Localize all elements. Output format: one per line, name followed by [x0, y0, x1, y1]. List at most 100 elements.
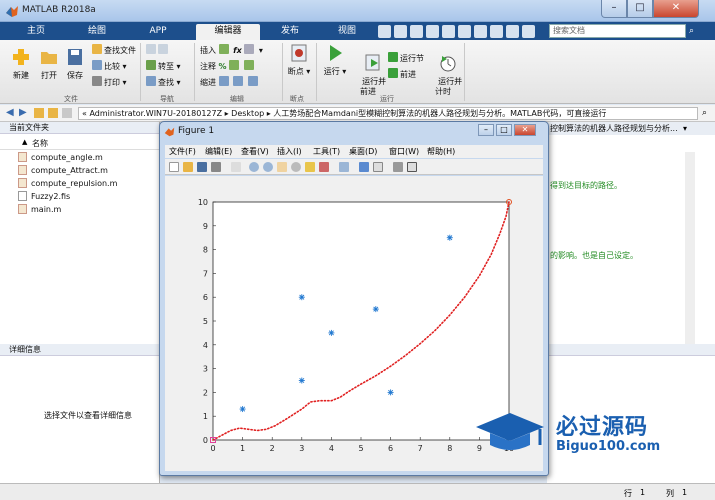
figure-menu-view[interactable]: 查看(V): [241, 145, 269, 158]
obstacle-marker: [328, 329, 335, 336]
search-documentation-input[interactable]: 搜索文档: [549, 24, 686, 38]
brush-icon[interactable]: [319, 162, 329, 172]
tab-publish[interactable]: 发布: [270, 24, 310, 40]
editor-dropdown-icon[interactable]: ▾: [683, 124, 687, 133]
new-button[interactable]: 新建: [8, 48, 34, 81]
divider: [282, 43, 283, 101]
maximize-button[interactable]: □: [627, 0, 653, 18]
x-tick-label: 5: [358, 444, 363, 453]
figure-menu-tools[interactable]: 工具(T): [313, 145, 340, 158]
figure-menu-desktop[interactable]: 桌面(D): [349, 145, 377, 158]
y-tick-label: 1: [203, 412, 208, 421]
run-and-time-button[interactable]: 运行并 计时: [428, 44, 462, 107]
help-quick-icon[interactable]: [490, 25, 503, 38]
y-tick-label: 5: [203, 317, 208, 326]
hide-plot-tools-icon[interactable]: [393, 162, 403, 172]
switch-windows-icon[interactable]: [474, 25, 487, 38]
find-file-button[interactable]: 查找文件: [92, 44, 136, 58]
save-quick-icon[interactable]: [378, 25, 391, 38]
show-plot-tools-icon[interactable]: [407, 162, 417, 172]
close-button[interactable]: ✕: [653, 0, 699, 18]
find-button[interactable]: 查找 ▾: [146, 76, 181, 90]
current-folder-path[interactable]: « Administrator.WIN7U-20180127Z ▸ Deskto…: [78, 107, 698, 120]
comment-line: 得到达目标的路径。: [550, 181, 622, 190]
figure-menu-file[interactable]: 文件(F): [169, 145, 196, 158]
fx-icon[interactable]: fx: [233, 46, 242, 55]
file-section-label: 文件: [64, 95, 78, 103]
file-item[interactable]: compute_angle.m: [18, 152, 103, 164]
community-icon[interactable]: [506, 25, 519, 38]
file-item[interactable]: compute_repulsion.m: [18, 178, 117, 190]
paste-quick-icon[interactable]: [426, 25, 439, 38]
collapse-icon[interactable]: [522, 25, 535, 38]
link-plot-icon[interactable]: [339, 162, 349, 172]
data-cursor-icon[interactable]: [305, 162, 315, 172]
open-file-icon[interactable]: [183, 162, 193, 172]
run-label: 运行: [323, 67, 340, 76]
print-figure-icon[interactable]: [211, 162, 221, 172]
tab-home[interactable]: 主页: [14, 24, 58, 40]
back-nav-button[interactable]: [146, 44, 170, 58]
zoom-in-icon[interactable]: [249, 162, 259, 172]
minimize-button[interactable]: –: [601, 0, 627, 18]
run-section-button[interactable]: 运行节: [388, 52, 424, 66]
figure-close-button[interactable]: ✕: [514, 124, 536, 136]
cut-quick-icon[interactable]: [394, 25, 407, 38]
editor-scrollbar[interactable]: [685, 152, 695, 352]
file-item[interactable]: compute_Attract.m: [18, 165, 108, 177]
indent-button[interactable]: 缩进: [200, 76, 260, 90]
tab-plots[interactable]: 绘图: [72, 24, 122, 40]
watermark-title: 必过源码: [556, 415, 649, 440]
figure-menu-edit[interactable]: 编辑(E): [205, 145, 232, 158]
rotate-3d-icon[interactable]: [291, 162, 301, 172]
copy-quick-icon[interactable]: [410, 25, 423, 38]
new-figure-icon[interactable]: [169, 162, 179, 172]
file-item[interactable]: Fuzzy2.fis: [18, 191, 70, 203]
save-figure-icon[interactable]: [197, 162, 207, 172]
figure-minimize-button[interactable]: –: [478, 124, 494, 136]
pan-hand-icon[interactable]: [277, 162, 287, 172]
tab-view[interactable]: 视图: [324, 24, 370, 40]
goto-button[interactable]: 转至 ▾: [146, 60, 181, 74]
tab-editor[interactable]: 编辑器: [196, 24, 260, 40]
print-button[interactable]: 打印 ▾: [92, 76, 127, 90]
comment-button[interactable]: 注释 %: [200, 60, 256, 74]
new-label: 新建: [13, 71, 29, 80]
search-icon[interactable]: ⌕: [689, 24, 701, 38]
window-title: MATLAB R2018a: [22, 5, 96, 15]
undo-quick-icon[interactable]: [442, 25, 455, 38]
editor-tab[interactable]: 控制算法的机器人路径规划与分析...: [547, 122, 715, 135]
compare-button[interactable]: 比较 ▾: [92, 60, 127, 74]
run-button[interactable]: 运行 ▾: [322, 44, 348, 77]
figure-maximize-button[interactable]: □: [496, 124, 512, 136]
comment-wrap-icon: [229, 60, 240, 70]
insert-legend-icon[interactable]: [373, 162, 383, 172]
advance-button[interactable]: 前进: [388, 68, 416, 82]
path-history-icon[interactable]: [62, 108, 72, 118]
figure-menu-insert[interactable]: 插入(I): [277, 145, 302, 158]
browse-folder-icon[interactable]: [48, 108, 58, 118]
figure-menu-help[interactable]: 帮助(H): [427, 145, 455, 158]
nav-section-label: 导航: [160, 95, 174, 103]
file-item[interactable]: main.m: [18, 204, 61, 216]
back-arrow-icon[interactable]: ◀: [6, 107, 14, 118]
zoom-out-icon[interactable]: [263, 162, 273, 172]
x-tick-label: 1: [240, 444, 245, 453]
run-section-label: 运行: [380, 95, 394, 103]
path-search-icon[interactable]: ⌕: [702, 108, 707, 118]
edit-section-label: 编辑: [230, 95, 244, 103]
open-button[interactable]: 打开: [36, 48, 62, 81]
tab-apps[interactable]: APP: [136, 24, 180, 40]
up-folder-icon[interactable]: [34, 108, 44, 118]
redo-quick-icon[interactable]: [458, 25, 471, 38]
figure-menu-window[interactable]: 窗口(W): [389, 145, 419, 158]
insert-button[interactable]: 插入 fx ▾: [200, 44, 263, 58]
y-tick-label: 7: [203, 269, 208, 278]
forward-arrow-icon[interactable]: ▶: [19, 107, 27, 118]
breakpoints-button[interactable]: 断点 ▾: [286, 44, 312, 77]
goto-arrow-icon: [146, 60, 156, 70]
insert-colorbar-icon[interactable]: [359, 162, 369, 172]
edit-plot-arrow-icon[interactable]: [231, 162, 241, 172]
save-button[interactable]: 保存: [62, 48, 88, 81]
compare-icon: [92, 60, 102, 70]
